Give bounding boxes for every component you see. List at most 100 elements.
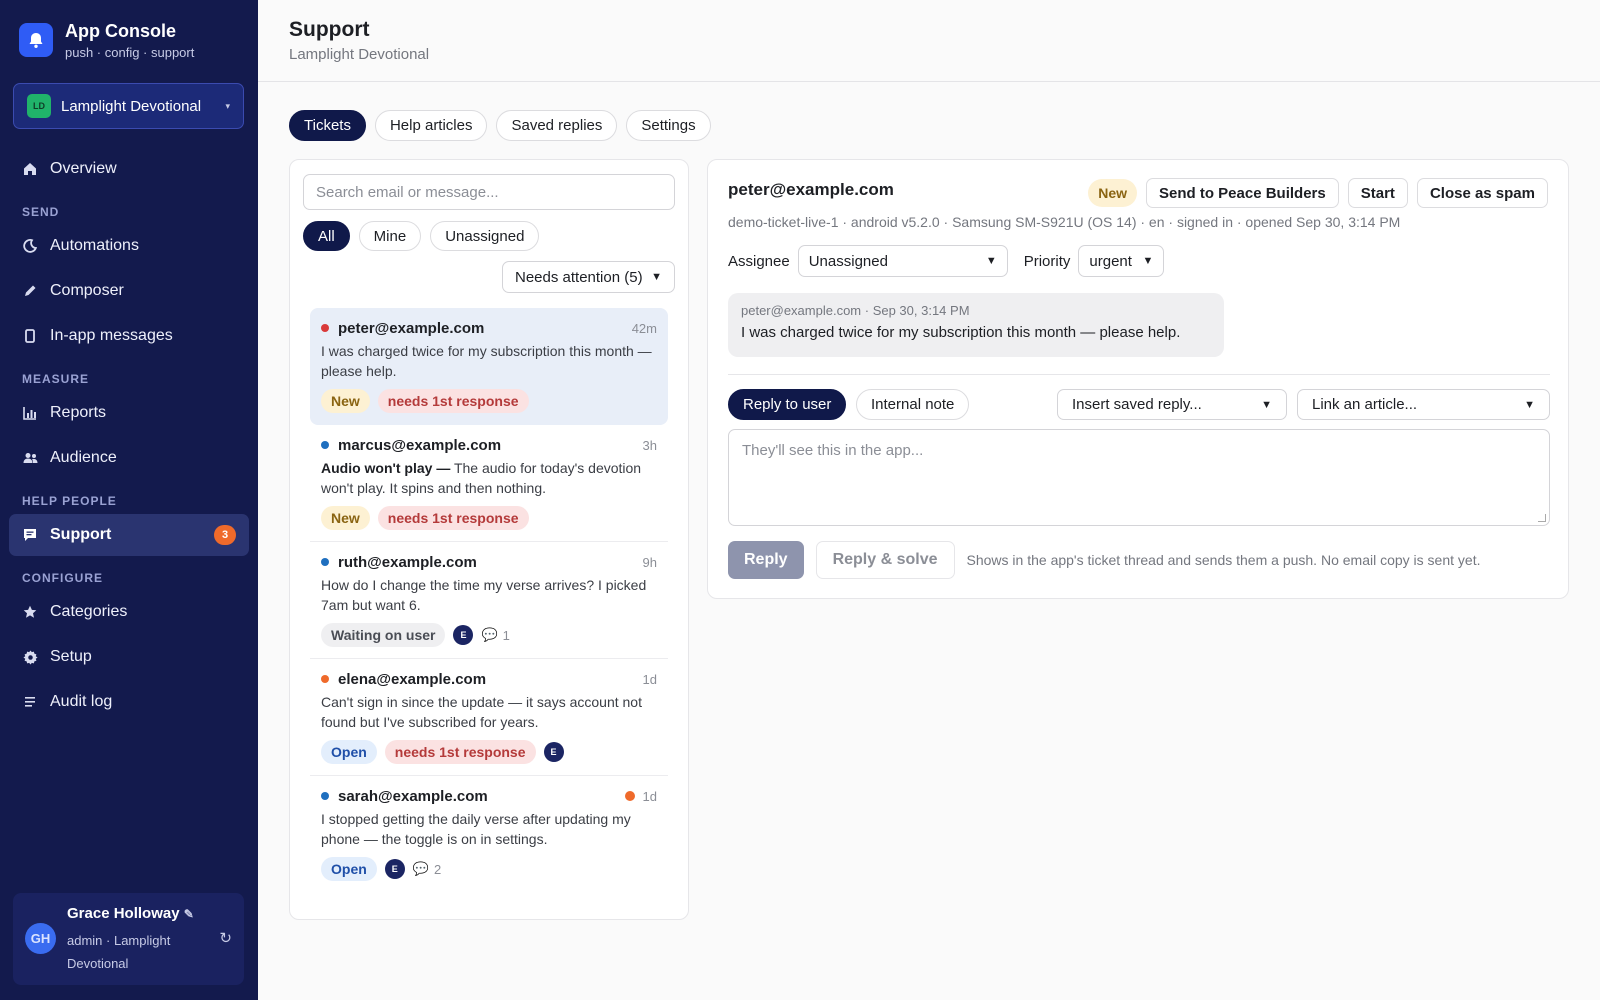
priority-dot (321, 675, 329, 683)
reply-to-user-toggle[interactable]: Reply to user (728, 389, 847, 420)
divider (728, 374, 1550, 375)
start-button[interactable]: Start (1347, 178, 1408, 208)
assignee-avatar: E (543, 742, 564, 762)
ticket-email: sarah@example.com (338, 787, 488, 805)
sidebar-item-audit[interactable]: Audit log (9, 681, 249, 723)
assignee-avatar: E (453, 625, 474, 645)
user-card: GH Grace Holloway ✎ admin · Lamplight De… (13, 893, 244, 985)
detail-email: peter@example.com (728, 180, 894, 199)
sidebar-item-label: Composer (50, 282, 124, 299)
reply-button[interactable]: Reply (728, 541, 804, 579)
detail-actions: New Send to Peace Builders Start Close a… (1088, 178, 1548, 208)
ticket-row[interactable]: marcus@example.com 3h Audio won't play —… (310, 425, 668, 542)
comment-count-value: 1 (502, 627, 510, 643)
comment-count: 💬 1 (481, 627, 509, 643)
sidebar-item-categories[interactable]: Categories (9, 591, 249, 633)
internal-note-toggle[interactable]: Internal note (856, 389, 970, 420)
close-as-spam-button[interactable]: Close as spam (1416, 178, 1548, 208)
sidebar-item-setup[interactable]: Setup (9, 636, 249, 678)
chat-icon (22, 527, 38, 543)
ticket-fields: Assignee Unassigned ▼ Priority urgent ▼ (728, 245, 1165, 277)
avatar: GH (25, 923, 56, 954)
ticket-detail-panel: peter@example.com New Send to Peace Buil… (707, 159, 1569, 599)
moon-icon (22, 238, 38, 254)
filter-all[interactable]: All (303, 221, 350, 251)
nav-section-configure: CONFIGURE (22, 571, 103, 585)
resize-handle[interactable] (1538, 514, 1546, 522)
sidebar-item-composer[interactable]: Composer (9, 270, 249, 312)
sidebar-item-automations[interactable]: Automations (9, 225, 249, 267)
search-input[interactable] (303, 174, 675, 210)
assignee-select[interactable]: Unassigned ▼ (797, 245, 1008, 277)
reply-textarea[interactable]: They'll see this in the app... (728, 429, 1550, 526)
support-count-badge: 3 (214, 525, 236, 545)
switch-account-icon[interactable]: ↻ (219, 929, 232, 947)
saved-reply-select-value: Insert saved reply... (1072, 396, 1202, 413)
comment-icon: 💬 (412, 861, 429, 876)
ticket-row[interactable]: ruth@example.com 9h How do I change the … (310, 542, 668, 659)
ticket-row[interactable]: elena@example.com 1d Can't sign in since… (310, 659, 668, 776)
user-name-text: Grace Holloway (67, 905, 180, 922)
tab-saved-replies[interactable]: Saved replies (496, 110, 618, 141)
brand-subtitle: push · config · support (65, 45, 195, 60)
phone-icon (22, 328, 38, 344)
ticket-time: 1d (642, 788, 657, 804)
page-header: Support Lamplight Devotional (258, 0, 1600, 82)
bell-icon (19, 23, 53, 57)
app-switcher[interactable]: LD Lamplight Devotional ▾ (13, 83, 244, 129)
ticket-row[interactable]: peter@example.com 42m I was charged twic… (310, 308, 668, 425)
ticket-message: I was charged twice for my subscription … (321, 343, 652, 379)
gear-icon (22, 649, 38, 665)
sidebar-item-label: Categories (50, 603, 128, 620)
sidebar-item-overview[interactable]: Overview (9, 148, 249, 190)
ticket-time: 42m (631, 320, 657, 336)
status-badge: New (1088, 179, 1138, 207)
ticket-message: Audio won't play — The audio for today's… (321, 458, 657, 498)
reply-footer: Reply Reply & solve Shows in the app's t… (728, 541, 1480, 579)
sidebar-item-audience[interactable]: Audience (9, 437, 249, 479)
sidebar-item-support[interactable]: Support 3 (9, 514, 249, 556)
saved-reply-select[interactable]: Insert saved reply... ▼ (1057, 389, 1287, 420)
filter-mine[interactable]: Mine (358, 221, 422, 251)
chevron-down-icon: ▼ (651, 271, 662, 283)
link-article-select-value: Link an article... (1312, 396, 1418, 413)
message-meta: peter@example.com · Sep 30, 3:14 PM (741, 303, 970, 318)
ticket-time: 3h (642, 437, 657, 453)
comment-count: 💬 2 (413, 861, 441, 877)
unread-flag (624, 791, 635, 801)
ticket-row[interactable]: sarah@example.com 1d I stopped getting t… (310, 776, 668, 892)
brand-title: App Console (65, 21, 176, 41)
tab-tickets[interactable]: Tickets (289, 110, 366, 141)
pencil-icon (22, 283, 38, 299)
message-bubble: peter@example.com · Sep 30, 3:14 PM I wa… (728, 293, 1224, 357)
filter-unassigned[interactable]: Unassigned (430, 221, 540, 251)
user-name[interactable]: Grace Holloway ✎ (67, 905, 194, 922)
nav-section-send: SEND (22, 205, 60, 219)
comment-icon: 💬 (481, 627, 498, 642)
link-article-select[interactable]: Link an article... ▼ (1297, 389, 1550, 420)
priority-select[interactable]: urgent ▼ (1078, 245, 1165, 277)
reply-placeholder: They'll see this in the app... (742, 442, 924, 459)
send-to-peace-builders-button[interactable]: Send to Peace Builders (1146, 178, 1339, 208)
ticket-message: I stopped getting the daily verse after … (321, 811, 631, 847)
sidebar-item-reports[interactable]: Reports (9, 392, 249, 434)
chevron-down-icon: ▼ (1261, 398, 1272, 411)
priority-dot (321, 558, 329, 566)
ticket-time: 9h (642, 554, 657, 570)
tab-settings[interactable]: Settings (626, 110, 711, 141)
tab-help-articles[interactable]: Help articles (374, 110, 488, 141)
edit-icon[interactable]: ✎ (184, 907, 194, 921)
nav-section-measure: MEASURE (22, 372, 90, 386)
sidebar-item-inapp[interactable]: In-app messages (9, 315, 249, 357)
ticket-list: peter@example.com 42m I was charged twic… (310, 308, 668, 892)
priority-select-value: urgent (1089, 252, 1132, 270)
bar-chart-icon (22, 405, 38, 421)
ticket-email: ruth@example.com (338, 553, 477, 571)
attention-select[interactable]: Needs attention (5) ▼ (502, 261, 675, 293)
sidebar-item-label: In-app messages (50, 327, 173, 344)
ticket-message: How do I change the time my verse arrive… (321, 577, 647, 613)
chevron-down-icon: ▼ (1142, 255, 1154, 267)
nav-section-help: HELP PEOPLE (22, 494, 117, 508)
reply-and-solve-button[interactable]: Reply & solve (815, 541, 955, 579)
status-badge: New (321, 506, 370, 530)
